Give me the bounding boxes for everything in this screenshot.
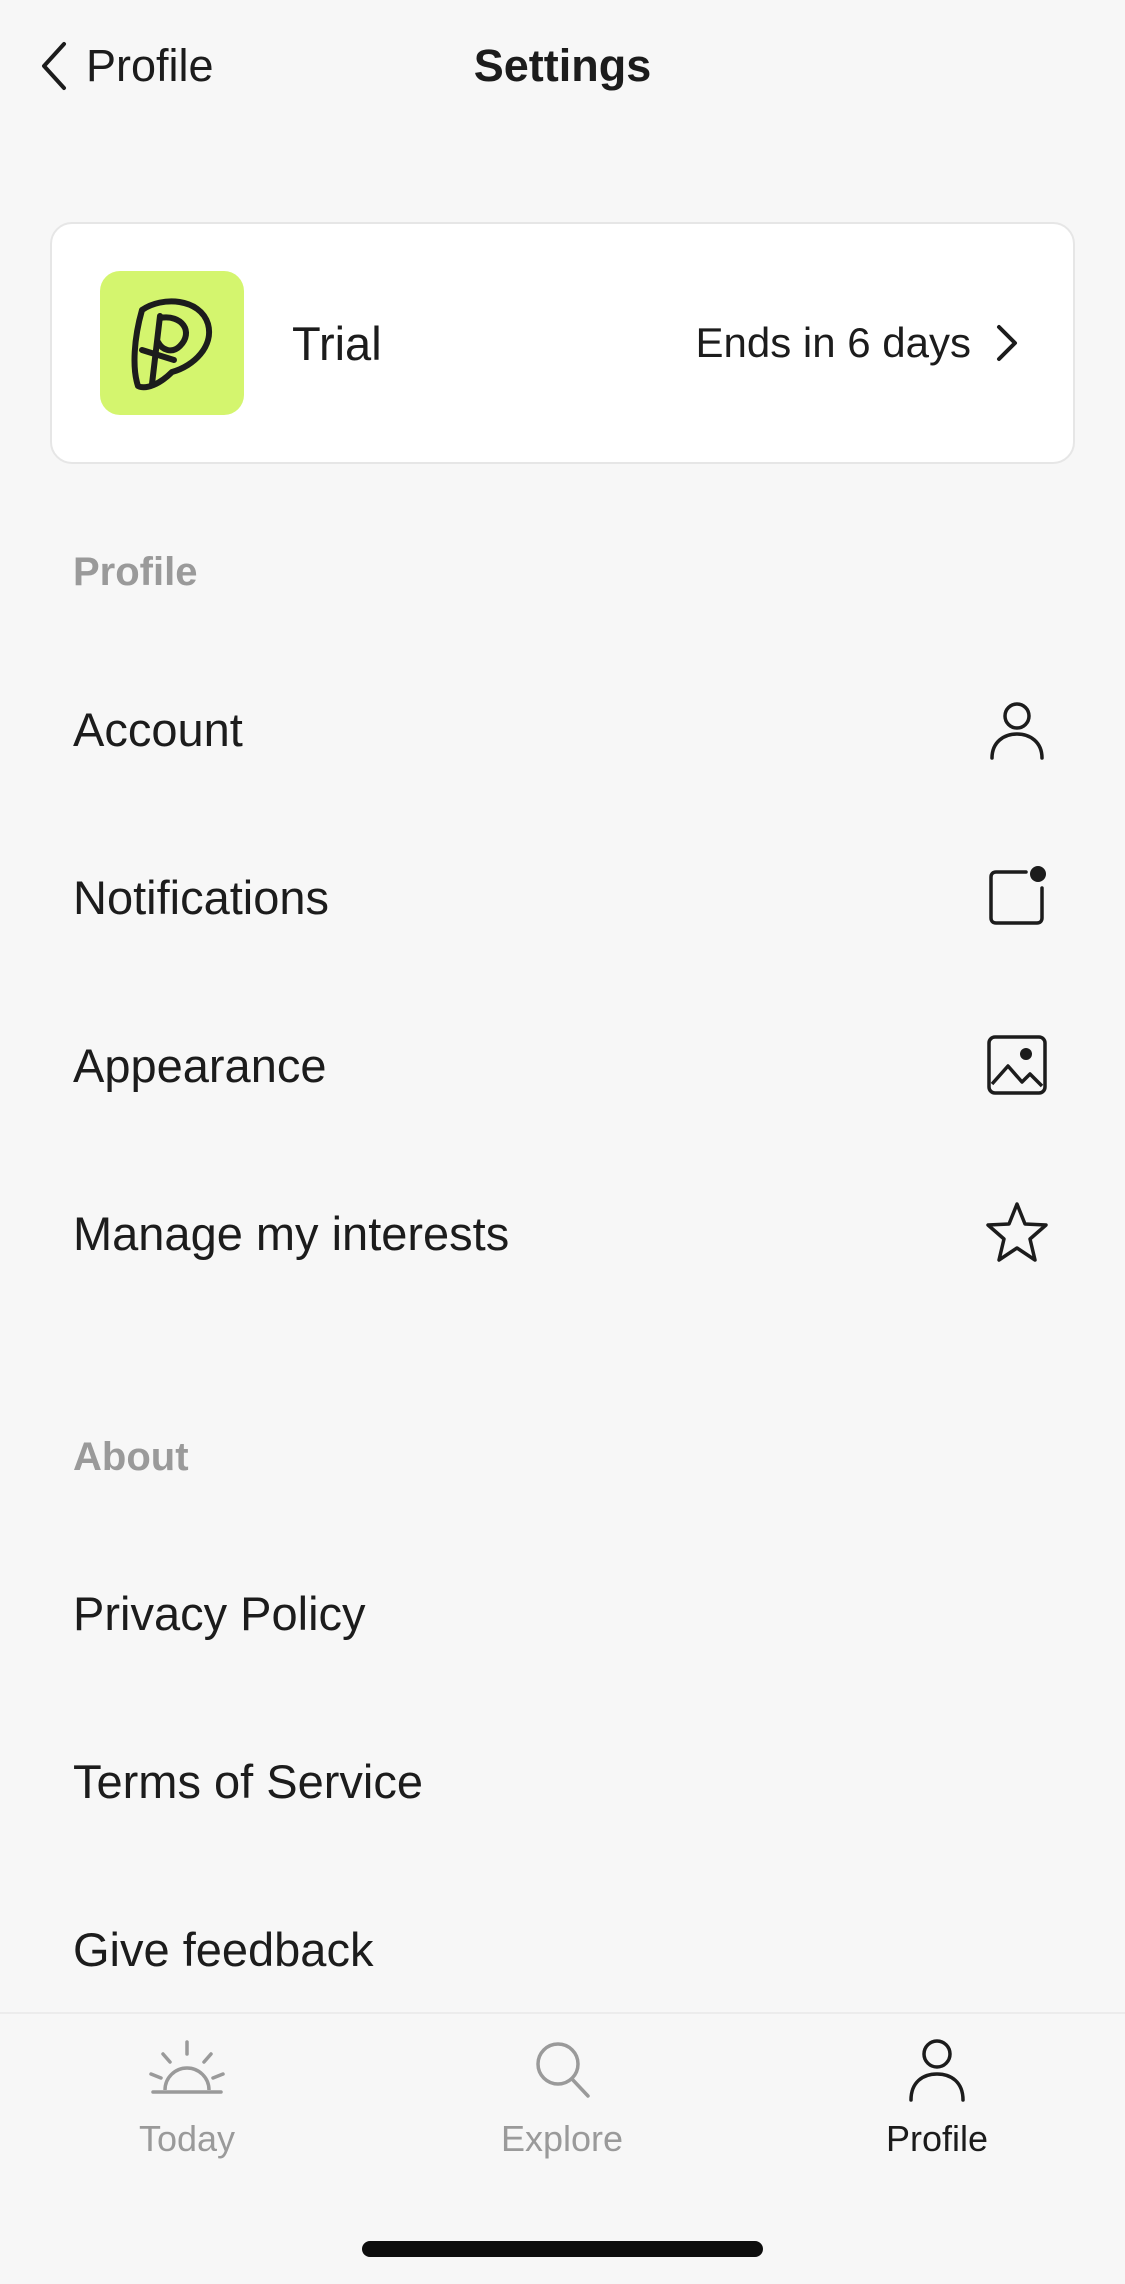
image-icon <box>984 1032 1050 1098</box>
trial-status: Ends in 6 days <box>695 319 1021 367</box>
notification-icon <box>984 864 1050 930</box>
tab-today[interactable]: Today <box>62 2034 312 2184</box>
tab-explore[interactable]: Explore <box>437 2034 687 2184</box>
person-icon <box>984 696 1050 762</box>
home-indicator <box>362 2241 763 2257</box>
app-logo-icon <box>131 298 213 391</box>
app-logo <box>100 271 244 415</box>
chevron-left-icon <box>42 42 66 90</box>
settings-screen: Profile Settings Trial Ends in 6 days Pr… <box>0 0 1125 2284</box>
tab-profile[interactable]: Profile <box>812 2034 1062 2184</box>
settings-item-appearance[interactable]: Appearance <box>0 981 1125 1149</box>
settings-item-terms-of-service[interactable]: Terms of Service <box>0 1697 1125 1865</box>
section-label-about: About <box>73 1435 189 1479</box>
settings-item-label: Appearance <box>73 1038 327 1092</box>
back-label: Profile <box>86 40 214 91</box>
tab-label: Profile <box>885 2118 989 2159</box>
trial-label: Trial <box>292 316 382 370</box>
search-icon <box>536 2042 590 2098</box>
settings-item-label: Terms of Service <box>73 1754 423 1808</box>
settings-item-label: Account <box>73 702 243 756</box>
trial-ends-text: Ends in 6 days <box>695 319 971 366</box>
star-icon <box>984 1200 1050 1266</box>
back-button[interactable]: Profile <box>36 30 214 102</box>
settings-item-label: Manage my interests <box>73 1206 510 1260</box>
settings-item-label: Give feedback <box>73 1922 374 1976</box>
settings-item-label: Privacy Policy <box>73 1586 366 1640</box>
settings-item-give-feedback[interactable]: Give feedback <box>0 1865 1125 2033</box>
settings-item-manage-interests[interactable]: Manage my interests <box>0 1149 1125 1317</box>
settings-item-notifications[interactable]: Notifications <box>0 813 1125 981</box>
chevron-right-icon <box>997 325 1017 361</box>
settings-item-privacy-policy[interactable]: Privacy Policy <box>0 1529 1125 1697</box>
sunrise-icon <box>149 2040 225 2094</box>
settings-item-account[interactable]: Account <box>0 645 1125 813</box>
settings-item-label: Notifications <box>73 870 329 924</box>
header: Profile Settings <box>0 0 1125 130</box>
tab-label: Today <box>138 2118 236 2159</box>
tab-label: Explore <box>500 2118 624 2159</box>
person-icon <box>909 2039 965 2102</box>
section-label-profile: Profile <box>73 550 198 594</box>
trial-card[interactable]: Trial Ends in 6 days <box>50 222 1075 464</box>
